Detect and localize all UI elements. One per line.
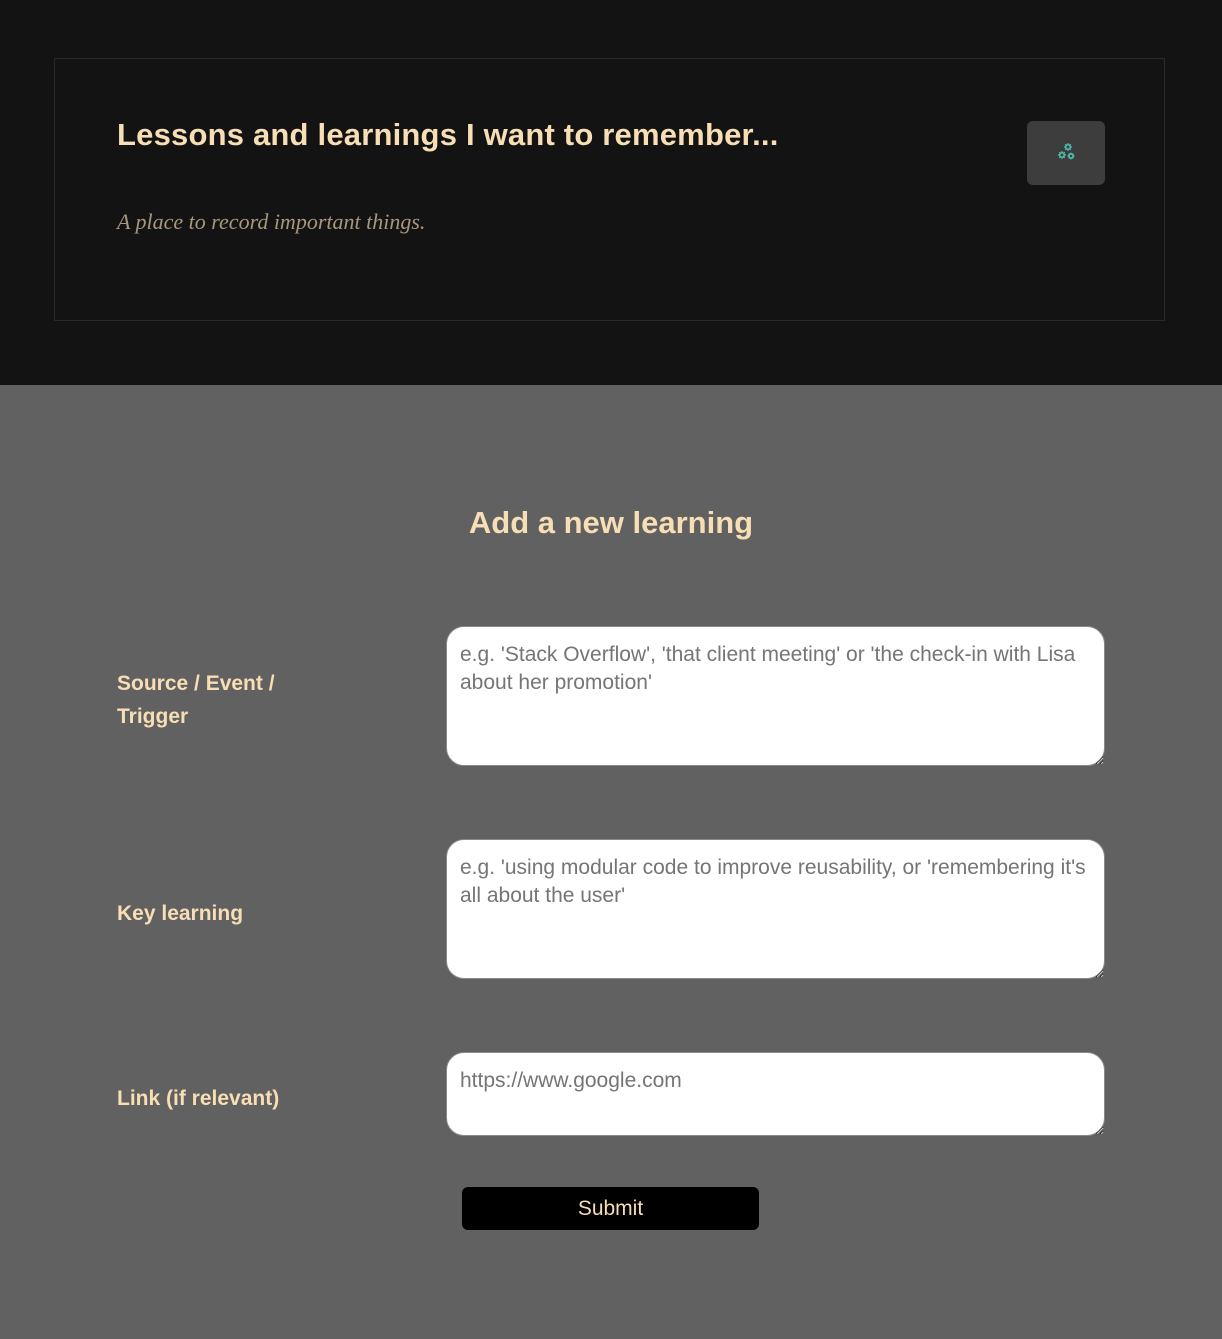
header-section: Lessons and learnings I want to remember…: [0, 0, 1222, 385]
submit-button[interactable]: Submit: [462, 1187, 759, 1230]
link-input[interactable]: [446, 1052, 1105, 1136]
gears-icon: [1054, 140, 1078, 167]
key-learning-label: Key learning: [117, 902, 244, 925]
form-title: Add a new learning: [468, 505, 754, 540]
page-subtitle: A place to record important things.: [117, 209, 426, 234]
page-title: Lessons and learnings I want to remember…: [117, 117, 779, 152]
key-learning-input[interactable]: [446, 839, 1105, 979]
settings-button[interactable]: [1027, 121, 1105, 185]
header-card: Lessons and learnings I want to remember…: [54, 58, 1165, 321]
link-label: Link (if relevant): [117, 1087, 280, 1110]
source-input[interactable]: [446, 626, 1105, 766]
source-label: Source / Event / Trigger: [117, 672, 275, 728]
form-section: Add a new learning Source / Event / Trig…: [0, 385, 1222, 1339]
